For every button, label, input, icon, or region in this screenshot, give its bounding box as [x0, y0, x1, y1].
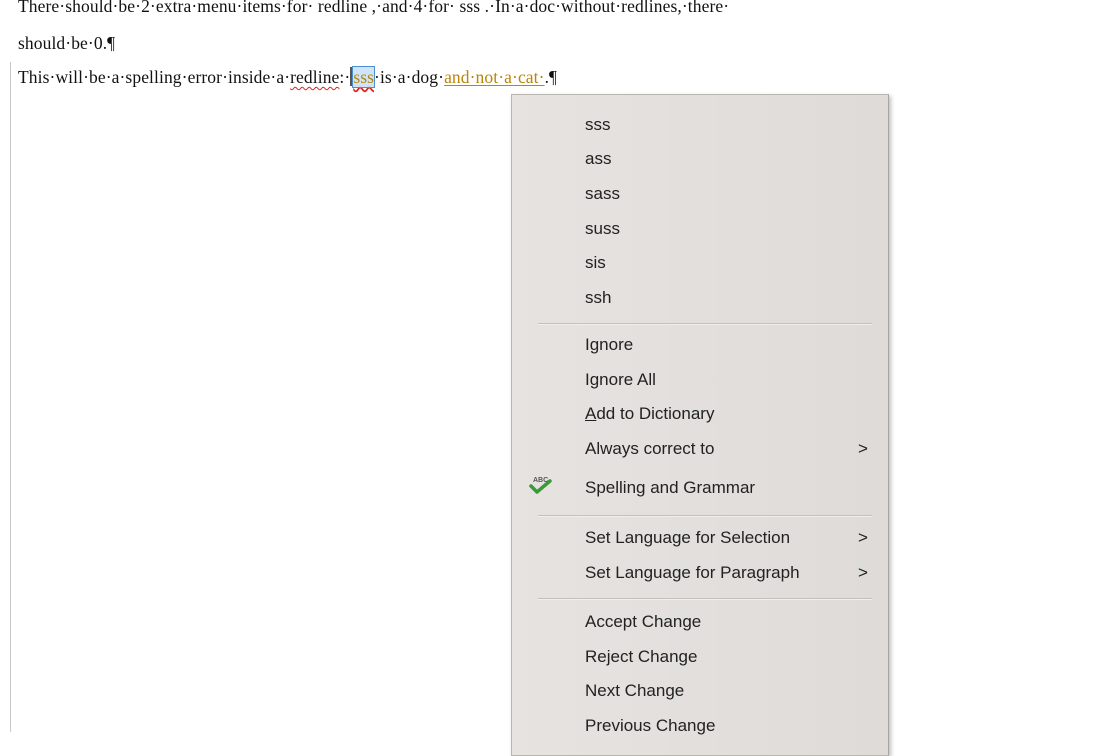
paragraph-line-3: This·will·be·a·spelling·error·inside·a·r… [18, 66, 558, 88]
paragraph-line-2: should·be·0.¶ [18, 33, 115, 54]
reject-change-menu-item[interactable]: Reject Change [585, 644, 697, 670]
context-menu: sss ass sass suss sis ssh Ignore Ignore … [511, 94, 889, 756]
previous-change-menu-item[interactable]: Previous Change [585, 713, 715, 739]
suggestion-item[interactable]: sass [585, 181, 620, 207]
suggestion-label: ass [585, 149, 612, 168]
line2-text: should·be·0.¶ [18, 33, 116, 53]
suggestion-label: sass [585, 184, 620, 203]
spelling-and-grammar-menu-item[interactable]: Spelling and Grammar [585, 475, 755, 501]
submenu-arrow-icon: > [858, 563, 868, 582]
suggestion-label: sss [585, 115, 611, 134]
ignore-label: Ignore [585, 335, 634, 354]
line3-before: This·will·be·a·spelling·error·inside·a· [18, 67, 291, 87]
reject-change-label: Reject Change [585, 647, 698, 666]
suggestion-label: suss [585, 219, 620, 238]
line1-text: There·should·be·2·extra·menu·items·for· … [18, 0, 730, 16]
text-boundary [10, 62, 11, 732]
spelling-and-grammar-label: Spelling and Grammar [585, 478, 756, 497]
set-language-paragraph-menu-item[interactable]: Set Language for Paragraph [585, 560, 800, 586]
menu-separator [538, 515, 872, 517]
paragraph-line-1: There·should·be·2·extra·menu·items·for· … [18, 0, 729, 17]
line3-colon: :· [339, 67, 351, 87]
always-correct-to-menu-item[interactable]: Always correct to [585, 436, 714, 462]
suggestion-item[interactable]: sss [585, 112, 611, 138]
submenu-arrow-icon: > [858, 439, 868, 458]
set-language-paragraph-label: Set Language for Paragraph [585, 563, 800, 582]
add-to-dictionary-label: dd to Dictionary [596, 404, 715, 423]
next-change-label: Next Change [585, 681, 685, 700]
text-cursor [350, 67, 353, 86]
suggestion-item[interactable]: ssh [585, 285, 611, 311]
suggestion-item[interactable]: sis [585, 250, 606, 276]
menu-separator [538, 598, 872, 600]
always-correct-to-label: Always correct to [585, 439, 715, 458]
suggestion-label: ssh [585, 288, 612, 307]
spelling-check-icon: ABC [529, 477, 552, 494]
accelerator-letter: A [585, 404, 597, 423]
set-language-selection-menu-item[interactable]: Set Language for Selection [585, 525, 790, 551]
accept-change-label: Accept Change [585, 612, 702, 631]
suggestion-item[interactable]: suss [585, 216, 620, 242]
ignore-all-label: Ignore All [585, 370, 656, 389]
set-language-selection-label: Set Language for Selection [585, 528, 791, 547]
suggestion-item[interactable]: ass [585, 146, 611, 172]
selected-misspelled-word[interactable]: sss [352, 66, 376, 88]
ignore-all-menu-item[interactable]: Ignore All [585, 367, 656, 393]
suggestion-label: sis [585, 253, 606, 272]
submenu-arrow-icon: > [858, 528, 868, 547]
add-to-dictionary-menu-item[interactable]: Add to Dictionary [585, 401, 714, 427]
accept-change-menu-item[interactable]: Accept Change [585, 609, 701, 635]
line3-mid: ·is·a·dog· [374, 67, 445, 87]
previous-change-label: Previous Change [585, 716, 716, 735]
ignore-menu-item[interactable]: Ignore [585, 332, 633, 358]
redline-insertion[interactable]: and·not·a·cat· [444, 67, 545, 87]
menu-separator [538, 323, 872, 325]
line3-end: .¶ [544, 67, 558, 87]
next-change-menu-item[interactable]: Next Change [585, 678, 684, 704]
misspelled-word[interactable]: redline [290, 67, 339, 87]
